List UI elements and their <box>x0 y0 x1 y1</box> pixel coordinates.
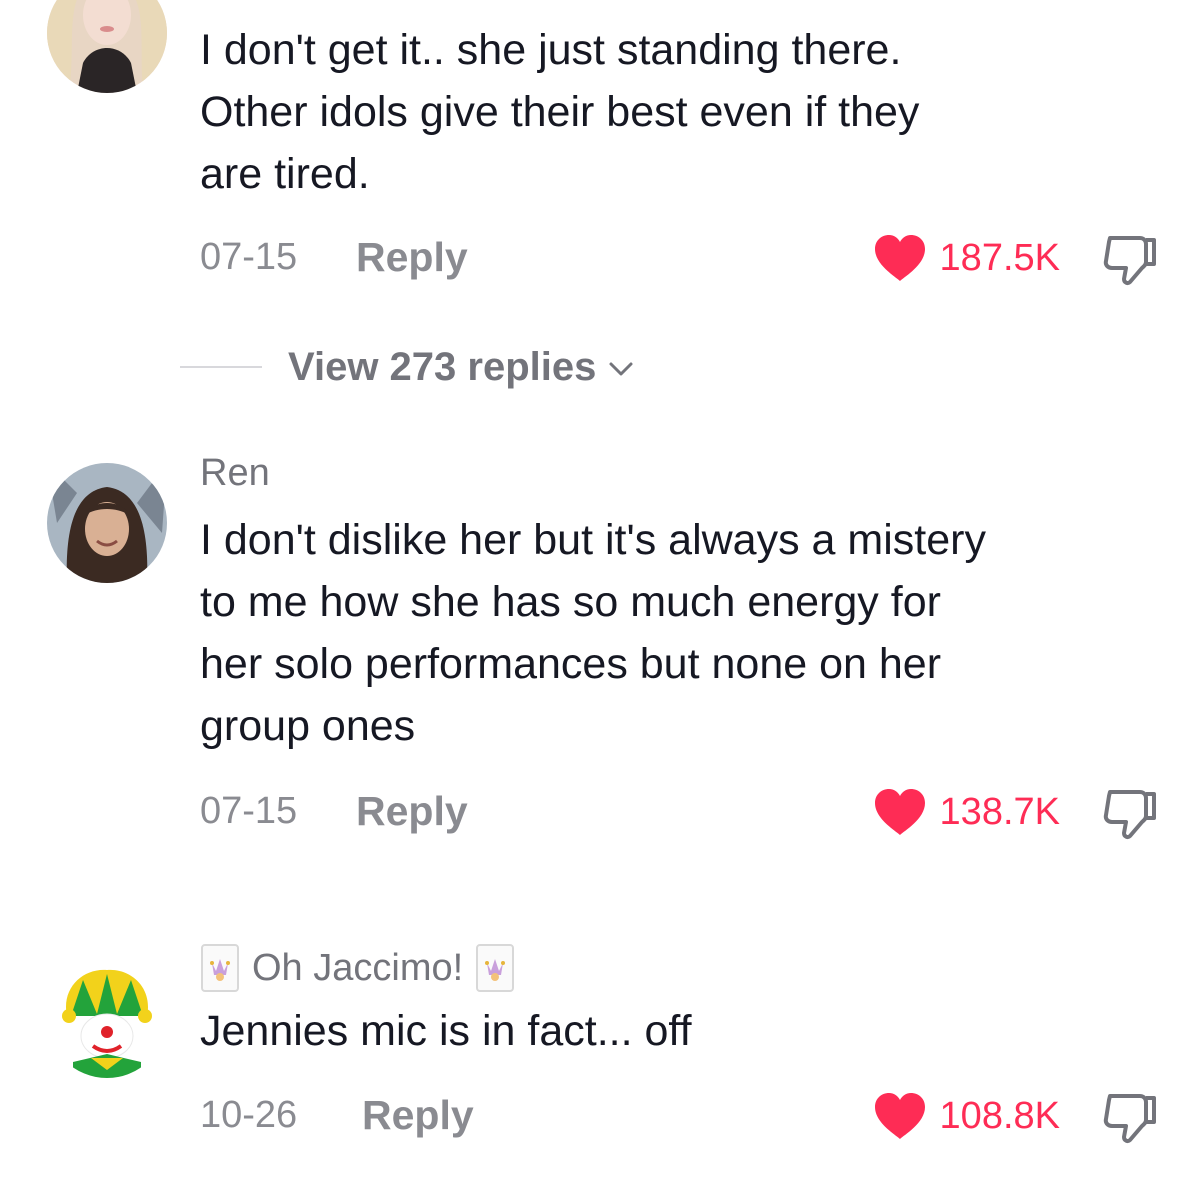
jester-card-icon <box>201 944 239 992</box>
comment-username[interactable]: Oh Jaccimo! <box>252 947 463 990</box>
comment-text-line: Jennies mic is in fact... off <box>200 1007 692 1055</box>
jester-card-icon <box>476 944 515 992</box>
comment-date: 10-26 <box>200 1094 298 1136</box>
avatar-photo <box>47 958 167 1078</box>
like-count: 108.8K <box>939 1094 1060 1137</box>
user-avatar[interactable] <box>47 958 167 1078</box>
comment-text: Jennies mic is in fact... off <box>200 1000 1180 1062</box>
comment-meta: 10-26 Reply 108.8K <box>200 1086 1160 1146</box>
heart-icon <box>874 1093 925 1139</box>
comment-item: Oh Jaccimo! Jennies mic is in fact... of… <box>0 0 1200 1200</box>
username-row: Oh Jaccimo! <box>200 940 515 996</box>
reply-button[interactable]: Reply <box>362 1092 474 1139</box>
like-button[interactable]: 108.8K <box>872 1086 1060 1146</box>
thumbs-down-icon[interactable] <box>1100 1090 1160 1146</box>
